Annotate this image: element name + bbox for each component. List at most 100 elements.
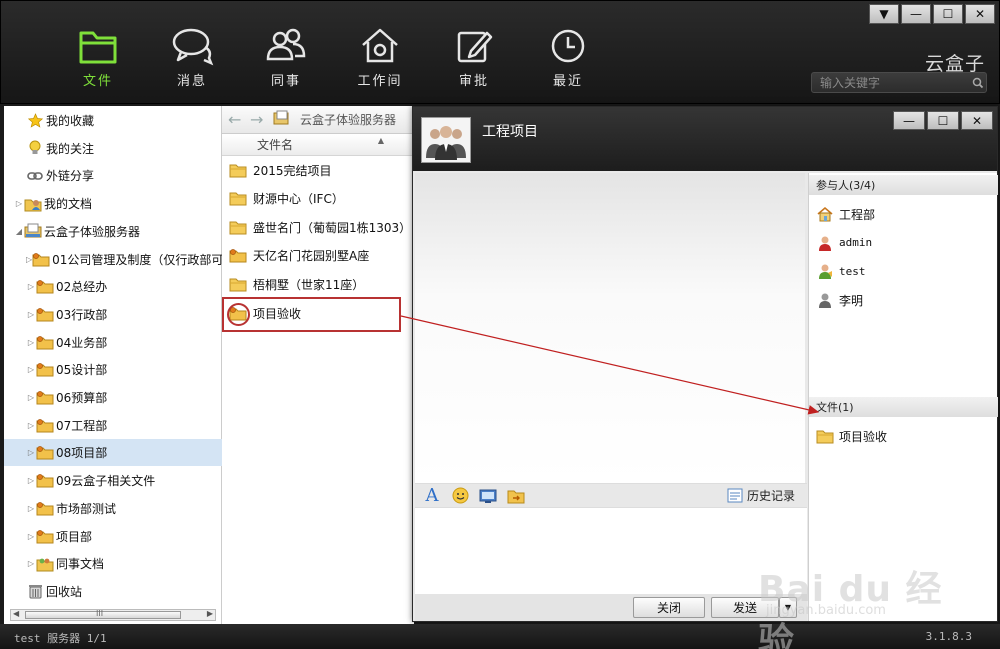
expand-arrow-icon[interactable]: ▷	[26, 532, 36, 541]
sidebar-item[interactable]: 回收站	[4, 578, 222, 605]
nav-colleagues[interactable]: 同事	[239, 25, 333, 95]
search-input[interactable]	[812, 75, 970, 90]
file-row[interactable]: 财源中心（IFC）	[222, 185, 414, 213]
participant-item[interactable]: admin	[809, 229, 998, 257]
expand-arrow-icon[interactable]: ▷	[26, 559, 36, 568]
files-header: 文件(1)	[809, 397, 998, 417]
sidebar-item[interactable]: ▷ 我的文档	[4, 190, 222, 217]
column-header-name[interactable]: 文件名 ▲	[222, 134, 414, 156]
file-row[interactable]: 天亿名门花园别墅A座	[222, 242, 414, 270]
sidebar-item[interactable]: ▷ 05设计部	[4, 356, 222, 383]
sidebar-item[interactable]: ▷ 项目部	[4, 523, 222, 550]
send-file-icon[interactable]	[507, 487, 525, 505]
history-icon	[727, 488, 743, 503]
breadcrumb[interactable]: 云盒子体验服务器	[300, 111, 396, 128]
shared-folder-icon	[36, 473, 54, 489]
history-label: 历史记录	[746, 489, 795, 503]
expand-arrow-icon[interactable]: ▷	[26, 310, 36, 319]
chat-minimize-button[interactable]: —	[893, 111, 925, 130]
sidebar-item[interactable]: ◢ 云盒子体验服务器	[4, 218, 222, 245]
message-input[interactable]	[415, 508, 807, 594]
nav-approval[interactable]: 审批	[427, 25, 521, 95]
sidebar-item[interactable]: ▷ 07工程部	[4, 412, 222, 439]
close-chat-button[interactable]: 关闭	[633, 597, 705, 618]
send-button[interactable]: 发送	[711, 597, 779, 618]
participant-item[interactable]: 工程部	[809, 200, 998, 228]
screenshot-icon[interactable]	[479, 487, 497, 505]
expand-arrow-icon[interactable]: ▷	[26, 365, 36, 374]
file-name: 2015完结项目	[253, 163, 332, 178]
sidebar-item[interactable]: ▷ 02总经办	[4, 273, 222, 300]
shared-folder-icon	[36, 306, 54, 322]
font-icon-glyph: A	[425, 485, 439, 506]
sidebar-item[interactable]: ▷ 01公司管理及制度（仅行政部可	[4, 246, 222, 273]
sidebar-item[interactable]: 我的收藏	[4, 107, 222, 134]
folder-icon	[228, 276, 248, 292]
nav-messages[interactable]: 消息	[145, 25, 239, 95]
sidebar-item[interactable]: 外链分享	[4, 162, 222, 189]
participant-item[interactable]: 李明	[809, 286, 998, 314]
sidebar-item[interactable]: ▷ 03行政部	[4, 301, 222, 328]
menu-dropdown-button[interactable]: ▼	[869, 4, 899, 24]
chat-titlebar[interactable]: 工程项目 — ☐ ✕	[413, 107, 997, 171]
shared-file-name: 项目验收	[839, 429, 888, 444]
expand-arrow-icon[interactable]: ▷	[26, 476, 36, 485]
expand-arrow-icon[interactable]: ▷	[26, 504, 36, 513]
sidebar-item-label: 03行政部	[56, 307, 108, 322]
chat-toolbar: A 历史记录	[415, 483, 807, 508]
nav-recent[interactable]: 最近	[521, 25, 615, 95]
expanded-arrow-icon[interactable]: ◢	[14, 227, 24, 236]
chat-close-button[interactable]: ✕	[961, 111, 993, 130]
expand-arrow-icon[interactable]: ▷	[26, 393, 36, 402]
participant-name: 工程部	[839, 207, 876, 222]
file-row[interactable]: 2015完结项目	[222, 156, 414, 184]
folder-icon	[228, 162, 248, 178]
expand-arrow-icon[interactable]: ▷	[26, 338, 36, 347]
horizontal-scrollbar[interactable]: ◀ III ▶	[10, 609, 216, 621]
maximize-button[interactable]: ☐	[933, 4, 963, 24]
participant-name: test	[839, 264, 866, 278]
send-options-dropdown[interactable]: ▼	[779, 597, 797, 618]
sidebar-item[interactable]: ▷ 06预算部	[4, 384, 222, 411]
expand-arrow-icon[interactable]: ▷	[26, 282, 36, 291]
sidebar-item[interactable]: ▷ 04业务部	[4, 329, 222, 356]
link-icon	[26, 168, 44, 184]
main-nav: 文件 消息 同事 工作间 审批 最近	[51, 25, 615, 95]
participant-item[interactable]: test	[809, 257, 998, 285]
sidebar-item[interactable]: ▷ 08项目部	[4, 439, 222, 467]
user-gray-icon	[816, 291, 834, 309]
scrollbar-thumb[interactable]: III	[25, 609, 181, 619]
column-header-label: 文件名	[257, 138, 294, 152]
sidebar-item[interactable]: ▷ 市场部测试	[4, 495, 222, 522]
message-history-area[interactable]	[415, 173, 805, 483]
expand-arrow-icon[interactable]: ▷	[26, 448, 36, 457]
history-button[interactable]: 历史记录	[727, 487, 795, 504]
sidebar-item[interactable]: 我的关注	[4, 135, 222, 162]
expand-arrow-icon[interactable]: ▷	[26, 421, 36, 430]
nav-label: 最近	[552, 74, 583, 89]
search-icon[interactable]	[970, 77, 986, 89]
sidebar-item[interactable]: ▷ 同事文档	[4, 550, 222, 577]
nav-workspace[interactable]: 工作间	[333, 25, 427, 95]
chat-bubbles-icon	[172, 28, 214, 66]
emoji-icon[interactable]	[451, 487, 469, 505]
sidebar-item-label: 02总经办	[56, 280, 108, 295]
scroll-left-icon[interactable]: ◀	[13, 609, 19, 618]
shared-folder-icon	[36, 445, 54, 461]
file-row[interactable]: 梧桐墅（世家11座）	[222, 270, 414, 298]
user-green-icon	[816, 262, 834, 280]
forward-button[interactable]: →	[250, 110, 268, 129]
back-button[interactable]: ←	[228, 110, 246, 129]
nav-files[interactable]: 文件	[51, 25, 145, 95]
chat-maximize-button[interactable]: ☐	[927, 111, 959, 130]
expand-arrow-icon[interactable]: ▷	[14, 199, 24, 208]
file-row[interactable]: 盛世名门（葡萄园1栋1303）	[222, 213, 414, 241]
close-button[interactable]: ✕	[965, 4, 995, 24]
minimize-button[interactable]: —	[901, 4, 931, 24]
font-icon[interactable]: A	[423, 485, 441, 506]
shared-file-item[interactable]: 项目验收	[809, 422, 998, 450]
shared-folder-icon	[36, 528, 54, 544]
sidebar-item[interactable]: ▷ 09云盒子相关文件	[4, 467, 222, 494]
participants-header: 参与人(3/4)	[809, 175, 998, 195]
scroll-right-icon[interactable]: ▶	[207, 609, 213, 618]
